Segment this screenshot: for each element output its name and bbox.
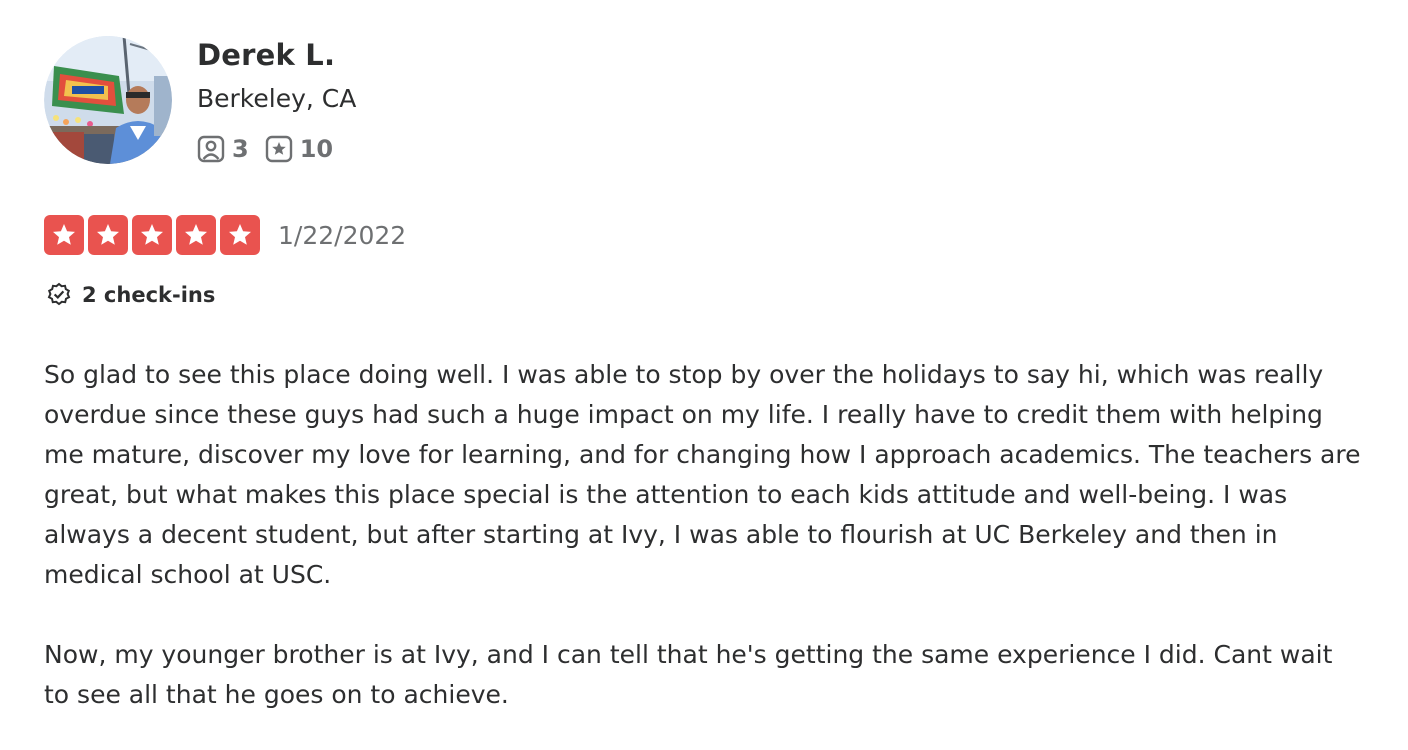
- review-card: Derek L. Berkeley, CA 3 10 1/22/2022 2 c…: [0, 0, 1408, 750]
- rating-star: [44, 215, 84, 255]
- friends-stat: 3: [197, 135, 249, 163]
- reviews-stat: 10: [265, 135, 333, 163]
- star-icon: [53, 224, 75, 245]
- reviews-count: 10: [299, 135, 334, 163]
- star-icon: [141, 224, 163, 245]
- user-location: Berkeley, CA: [197, 84, 357, 113]
- review-text: So glad to see this place doing well. I …: [44, 355, 1364, 750]
- review-paragraph: Now, my younger brother is at Ivy, and I…: [44, 640, 1333, 709]
- star-rating: [44, 215, 264, 255]
- checkins: 2 check-ins: [46, 282, 215, 308]
- avatar-photo: [44, 36, 172, 164]
- check-badge-icon: [47, 282, 71, 306]
- rating-row: 1/22/2022: [44, 215, 406, 255]
- rating-star: [88, 215, 128, 255]
- rating-star: [220, 215, 260, 255]
- rating-star: [176, 215, 216, 255]
- review-star-icon: [265, 135, 292, 163]
- checkins-label: 2 check-ins: [82, 283, 216, 307]
- review-date: 1/22/2022: [278, 220, 407, 250]
- star-icon: [185, 224, 207, 245]
- avatar[interactable]: [44, 36, 172, 164]
- user-name[interactable]: Derek L.: [197, 38, 335, 72]
- star-icon: [97, 224, 119, 245]
- rating-star: [132, 215, 172, 255]
- user-stats: 3 10: [197, 131, 349, 167]
- review-paragraph: So glad to see this place doing well. I …: [44, 360, 1361, 589]
- star-icon: [229, 224, 251, 245]
- friends-count: 3: [232, 135, 249, 163]
- friends-icon: [197, 135, 225, 163]
